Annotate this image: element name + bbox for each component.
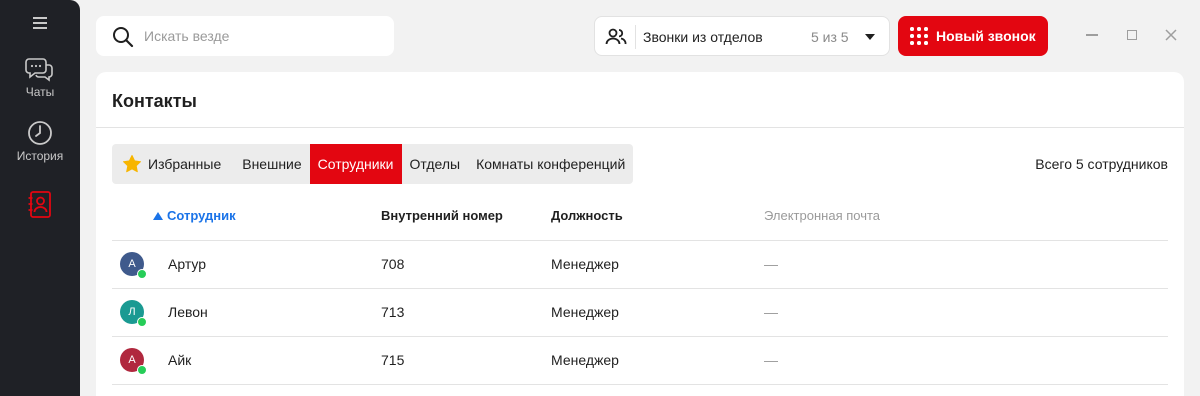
tab-label: Избранные [148, 156, 222, 172]
employee-ext: 713 [381, 304, 405, 320]
sidebar-item-history[interactable]: История [0, 119, 80, 163]
column-header-label: Сотрудник [167, 208, 236, 223]
employee-email: — [764, 352, 778, 368]
sidebar-item-label: История [16, 149, 64, 163]
menu-icon[interactable] [33, 17, 47, 29]
tab-external[interactable]: Внешние [229, 144, 309, 184]
avatar: А [120, 252, 147, 279]
sidebar-item-chats[interactable]: Чаты [0, 55, 80, 99]
employee-email: — [764, 304, 778, 320]
divider [635, 25, 636, 49]
employee-position: Менеджер [551, 352, 619, 368]
column-header-employee[interactable]: Сотрудник [153, 208, 236, 223]
sidebar: Чаты История [0, 0, 80, 396]
avatar-initial: А [128, 258, 136, 270]
employee-position: Менеджер [551, 256, 619, 272]
tab-employees[interactable]: Сотрудники [309, 144, 402, 184]
divider [96, 127, 1184, 128]
table-row[interactable]: Л Левон 713 Менеджер — [112, 288, 1168, 336]
online-status-icon [137, 365, 147, 375]
table-row[interactable]: А Артур 708 Менеджер — [112, 240, 1168, 288]
close-icon[interactable] [1164, 28, 1178, 42]
dialpad-icon [910, 27, 928, 45]
employee-name: Айк [168, 352, 192, 368]
total-count: Всего 5 сотрудников [1035, 156, 1168, 172]
employee-email: — [764, 256, 778, 272]
history-icon [28, 121, 52, 145]
online-status-icon [137, 317, 147, 327]
sidebar-item-contacts[interactable] [0, 190, 80, 220]
table-row[interactable]: А Айк 715 Менеджер — [112, 336, 1168, 384]
new-call-label: Новый звонок [936, 28, 1036, 44]
tab-label: Внешние [242, 156, 302, 172]
employee-name: Артур [168, 256, 207, 272]
department-calls-count: 5 из 5 [811, 29, 849, 45]
avatar-initial: А [128, 354, 136, 366]
contacts-icon [28, 191, 51, 218]
chevron-down-icon [865, 34, 875, 40]
sort-ascending-icon [153, 212, 163, 220]
department-calls-label: Звонки из отделов [643, 29, 763, 45]
column-header-ext[interactable]: Внутренний номер [381, 208, 503, 223]
divider [112, 384, 1168, 385]
avatar: А [120, 348, 147, 375]
search-input[interactable] [144, 16, 384, 56]
tab-conference-rooms[interactable]: Комнаты конференций [468, 144, 633, 184]
chats-icon [25, 58, 53, 82]
new-call-button[interactable]: Новый звонок [898, 16, 1048, 56]
star-icon [123, 155, 141, 173]
people-icon [605, 28, 627, 45]
online-status-icon [137, 269, 147, 279]
search-box [96, 16, 394, 56]
employee-ext: 715 [381, 352, 405, 368]
contacts-tabs: Избранные Внешние Сотрудники Отделы Комн… [112, 144, 634, 184]
sidebar-item-label: Чаты [25, 85, 55, 99]
employee-name: Левон [168, 304, 208, 320]
tab-label: Комнаты конференций [476, 156, 626, 172]
page-title: Контакты [112, 91, 197, 111]
column-header-email[interactable]: Электронная почта [764, 208, 880, 223]
minimize-button[interactable] [1086, 34, 1098, 36]
search-icon [113, 27, 134, 48]
employee-position: Менеджер [551, 304, 619, 320]
department-calls-dropdown[interactable]: Звонки из отделов 5 из 5 [594, 16, 890, 56]
employee-ext: 708 [381, 256, 405, 272]
avatar: Л [120, 300, 147, 327]
tab-favorites[interactable]: Избранные [112, 144, 229, 184]
tab-label: Отделы [409, 156, 461, 172]
avatar-initial: Л [128, 306, 136, 318]
contacts-panel: Контакты Избранные Внешние Сотрудники От… [96, 72, 1184, 396]
maximize-button[interactable] [1127, 30, 1137, 40]
tab-label: Сотрудники [317, 156, 394, 172]
tab-departments[interactable]: Отделы [402, 144, 469, 184]
column-header-position[interactable]: Должность [551, 208, 623, 223]
